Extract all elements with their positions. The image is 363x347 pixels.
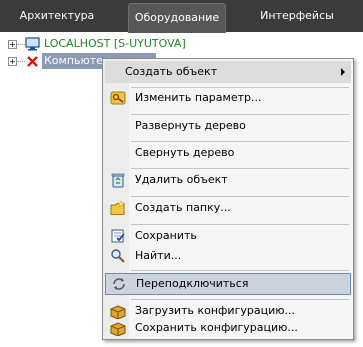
- menu-item-label: Создать объект: [125, 65, 218, 78]
- key-icon: [110, 91, 126, 105]
- menu-item-label: Переподключиться: [136, 277, 249, 290]
- tree-line: [17, 44, 25, 45]
- menu-item-expand-tree[interactable]: Развернуть дерево: [105, 115, 351, 137]
- box-save-icon: [110, 322, 126, 336]
- menu-item-find[interactable]: Найти...: [105, 245, 351, 267]
- tab-bar: Архитектура Оборудование Интерфейсы: [0, 0, 363, 33]
- menu-item-label: Сохранить конфигурацию...: [135, 321, 298, 334]
- menu-item-change-parameter[interactable]: Изменить параметр...: [105, 87, 351, 109]
- menu-item-create-object[interactable]: Создать объект: [105, 61, 351, 83]
- menu-item-label: Свернуть дерево: [135, 146, 235, 159]
- menu-item-label: Создать папку...: [135, 201, 231, 214]
- menu-item-create-folder[interactable]: Создать папку...: [105, 197, 351, 219]
- menu-item-label: Сохранить: [135, 229, 197, 242]
- expand-plus-icon[interactable]: +: [8, 40, 17, 49]
- tab-interfaces[interactable]: Интерфейсы: [248, 2, 346, 30]
- context-menu: Создать объект Изменить параметр... Разв…: [102, 58, 354, 340]
- new-folder-icon: [110, 200, 125, 215]
- menu-item-save-config[interactable]: Сохранить конфигурацию...: [105, 317, 351, 339]
- recycle-bin-icon: [111, 173, 125, 188]
- magnifier-icon: [111, 249, 125, 263]
- menu-item-label: Развернуть дерево: [135, 119, 246, 132]
- menu-separator: [131, 270, 349, 271]
- tree-line: [17, 61, 25, 62]
- tab-architecture[interactable]: Архитектура: [8, 2, 106, 30]
- menu-item-label: Найти...: [135, 249, 182, 262]
- tree-row-localhost[interactable]: + LOCALHOST [S-UYUTOVA]: [0, 36, 200, 52]
- menu-item-label: Удалить объект: [135, 173, 228, 186]
- red-x-icon: [27, 56, 38, 67]
- menu-item-delete-object[interactable]: Удалить объект: [105, 169, 351, 191]
- menu-item-reconnect[interactable]: Переподключиться: [105, 273, 351, 295]
- tree-node-label: LOCALHOST [S-UYUTOVA]: [44, 37, 186, 50]
- reconnect-icon: [113, 278, 125, 290]
- save-check-icon: [111, 229, 125, 243]
- submenu-arrow-icon: [341, 68, 345, 76]
- monitor-icon: [25, 37, 40, 51]
- menu-item-save[interactable]: Сохранить: [105, 225, 351, 247]
- menu-item-label: Изменить параметр...: [135, 91, 262, 104]
- menu-item-collapse-tree[interactable]: Свернуть дерево: [105, 142, 351, 164]
- expand-plus-icon[interactable]: +: [8, 57, 17, 66]
- tab-equipment[interactable]: Оборудование: [128, 3, 226, 33]
